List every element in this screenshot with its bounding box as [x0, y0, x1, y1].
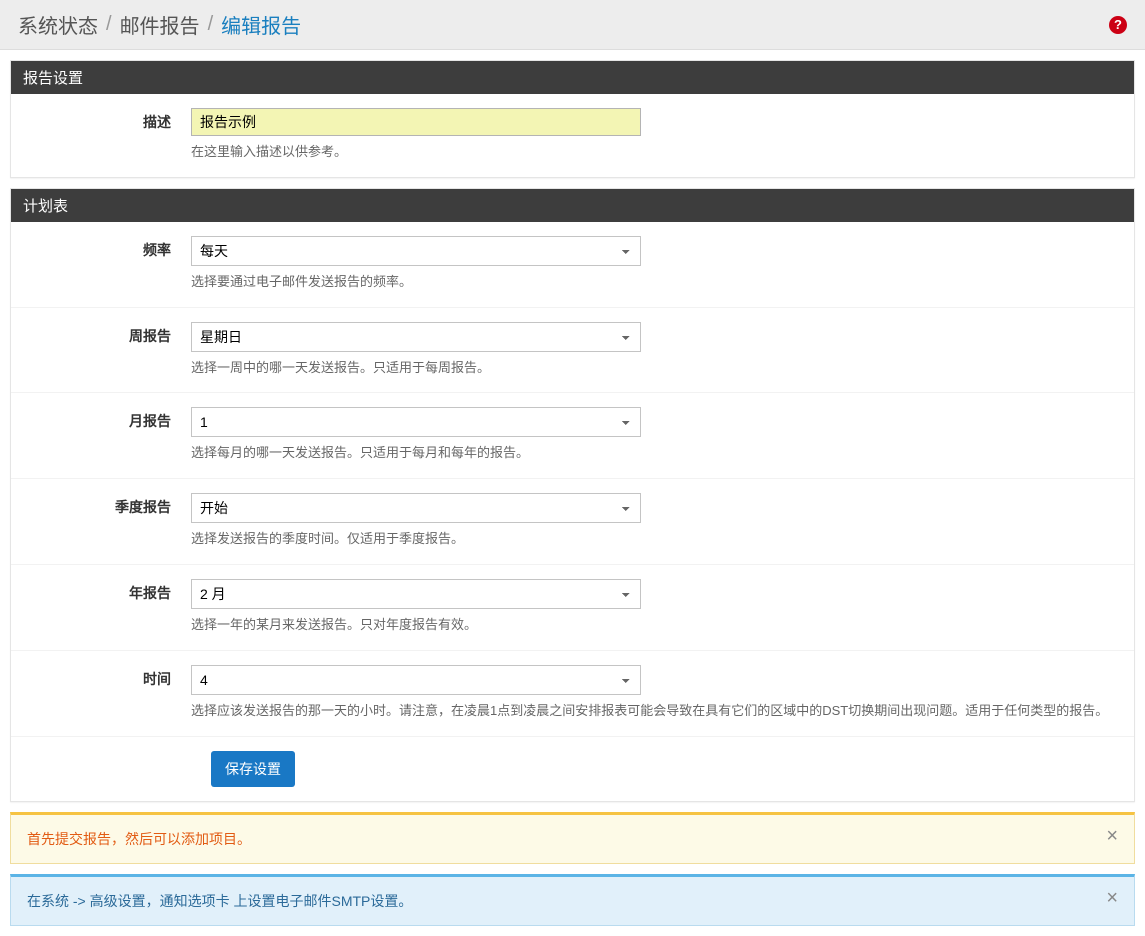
panel-heading-report-settings: 报告设置 — [11, 61, 1134, 94]
help-icon[interactable]: ? — [1109, 16, 1127, 34]
label-description: 描述 — [11, 108, 191, 163]
page-header: 系统状态 / 邮件报告 / 编辑报告 ? — [0, 0, 1145, 50]
form-row-time: 时间 4 选择应该发送报告的那一天的小时。请注意，在凌晨1点到凌晨之间安排报表可… — [11, 651, 1134, 737]
label-frequency: 频率 — [11, 236, 191, 293]
breadcrumb-separator: / — [106, 13, 112, 36]
year-report-select[interactable]: 2 月 — [191, 579, 641, 609]
label-week-report: 周报告 — [11, 322, 191, 379]
panel-heading-schedule: 计划表 — [11, 189, 1134, 222]
help-text-month-report: 选择每月的哪一天发送报告。只适用于每月和每年的报告。 — [191, 443, 1114, 464]
alert-warning-text: 首先提交报告，然后可以添加项目。 — [27, 831, 251, 847]
week-report-select[interactable]: 星期日 — [191, 322, 641, 352]
month-report-select[interactable]: 1 — [191, 407, 641, 437]
description-input[interactable] — [191, 108, 641, 136]
actions-row: 保存设置 — [11, 737, 1134, 801]
breadcrumb-item-edit-report: 编辑报告 — [221, 10, 301, 39]
form-row-week-report: 周报告 星期日 选择一周中的哪一天发送报告。只适用于每周报告。 — [11, 308, 1134, 394]
alert-info-text: 在系统 -> 高级设置，通知选项卡 上设置电子邮件SMTP设置。 — [27, 893, 412, 909]
form-row-month-report: 月报告 1 选择每月的哪一天发送报告。只适用于每月和每年的报告。 — [11, 393, 1134, 479]
help-text-week-report: 选择一周中的哪一天发送报告。只适用于每周报告。 — [191, 358, 1114, 379]
breadcrumb-item-system-status[interactable]: 系统状态 — [18, 10, 98, 39]
frequency-select[interactable]: 每天 — [191, 236, 641, 266]
breadcrumb-item-email-reports[interactable]: 邮件报告 — [120, 10, 200, 39]
form-row-description: 描述 在这里输入描述以供参考。 — [11, 94, 1134, 177]
alert-warning: 首先提交报告，然后可以添加项目。 × — [10, 812, 1135, 864]
panel-report-settings: 报告设置 描述 在这里输入描述以供参考。 — [10, 60, 1135, 178]
breadcrumb-separator: / — [208, 13, 214, 36]
help-text-description: 在这里输入描述以供参考。 — [191, 142, 1114, 163]
form-row-year-report: 年报告 2 月 选择一年的某月来发送报告。只对年度报告有效。 — [11, 565, 1134, 651]
form-row-frequency: 频率 每天 选择要通过电子邮件发送报告的频率。 — [11, 222, 1134, 308]
close-icon[interactable]: × — [1100, 825, 1124, 847]
label-year-report: 年报告 — [11, 579, 191, 636]
label-time: 时间 — [11, 665, 191, 722]
help-text-quarter-report: 选择发送报告的季度时间。仅适用于季度报告。 — [191, 529, 1114, 550]
help-text-year-report: 选择一年的某月来发送报告。只对年度报告有效。 — [191, 615, 1114, 636]
close-icon[interactable]: × — [1100, 887, 1124, 909]
panel-schedule: 计划表 频率 每天 选择要通过电子邮件发送报告的频率。 周报告 星期日 选择一周… — [10, 188, 1135, 802]
breadcrumb: 系统状态 / 邮件报告 / 编辑报告 — [18, 10, 1109, 39]
alert-info: 在系统 -> 高级设置，通知选项卡 上设置电子邮件SMTP设置。 × — [10, 874, 1135, 926]
help-text-time: 选择应该发送报告的那一天的小时。请注意，在凌晨1点到凌晨之间安排报表可能会导致在… — [191, 701, 1114, 722]
help-text-frequency: 选择要通过电子邮件发送报告的频率。 — [191, 272, 1114, 293]
label-quarter-report: 季度报告 — [11, 493, 191, 550]
time-select[interactable]: 4 — [191, 665, 641, 695]
quarter-report-select[interactable]: 开始 — [191, 493, 641, 523]
save-button[interactable]: 保存设置 — [211, 751, 295, 787]
label-month-report: 月报告 — [11, 407, 191, 464]
form-row-quarter-report: 季度报告 开始 选择发送报告的季度时间。仅适用于季度报告。 — [11, 479, 1134, 565]
